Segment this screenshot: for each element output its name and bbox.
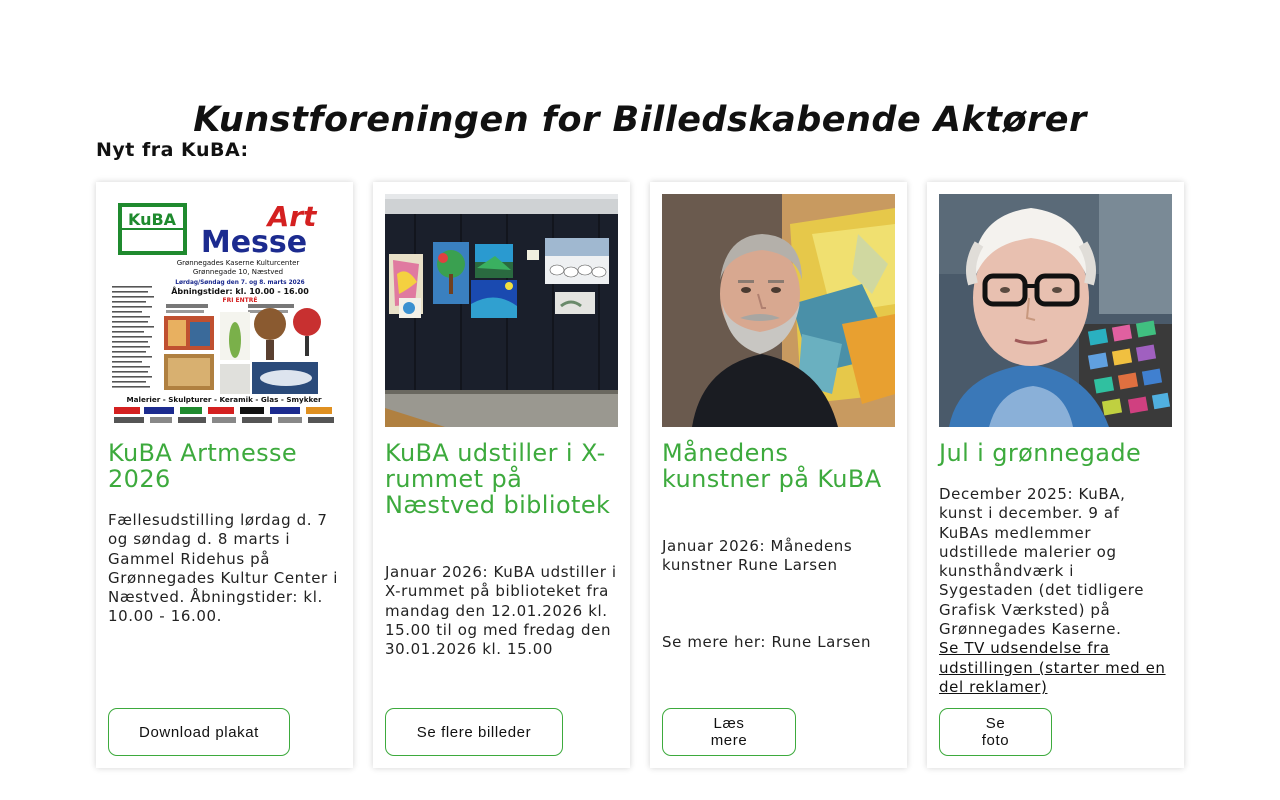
poster-graphic: KuBA Art Messe Grønnegades Kaserne Kultu… (108, 194, 341, 427)
news-card-month-artist: Månedens kunstner på KuBA Januar 2026: M… (650, 182, 907, 768)
poster-logo: KuBA (128, 210, 177, 229)
poster-categories: Malerier - Skulpturer - Keramik - Glas -… (127, 395, 322, 404)
exhibition-photo (385, 194, 618, 427)
site-title: Kunstforeningen for Billedskabende Aktør… (193, 100, 1087, 140)
artist-photo (662, 194, 895, 427)
christmas-photo (939, 194, 1172, 427)
card-title: Månedens kunstner på KuBA (662, 439, 882, 493)
christmas-exhibition-image[interactable] (939, 194, 1172, 427)
poster-address: Grønnegade 10, Næstved (193, 268, 283, 276)
poster-hours: Åbningstider: kl. 10.00 - 16.00 (171, 286, 309, 296)
poster-messe: Messe (201, 225, 307, 260)
download-poster-button[interactable]: Download plakat (108, 708, 290, 756)
artist-portrait-image[interactable] (662, 194, 895, 427)
news-cards: KuBA Art Messe Grønnegades Kaserne Kultu… (96, 182, 1184, 768)
artmesse-poster-image[interactable]: KuBA Art Messe Grønnegades Kaserne Kultu… (108, 194, 341, 427)
card-text-body: December 2025: KuBA, kunst i december. 9… (939, 485, 1145, 639)
read-more-button[interactable]: Læs mere (662, 708, 796, 756)
card-title: Jul i grønnegade (939, 439, 1142, 467)
see-photos-button[interactable]: Se foto (939, 708, 1052, 756)
news-card-artmesse: KuBA Art Messe Grønnegades Kaserne Kultu… (96, 182, 353, 768)
poster-entry: FRI ENTRÉ (223, 296, 258, 304)
card-link-text[interactable]: Se mere her: Rune Larsen (662, 633, 895, 652)
card-text: Januar 2026: KuBA udstiller i X-rummet p… (385, 563, 617, 659)
tv-broadcast-link[interactable]: Se TV udsendelse fra udstillingen (start… (939, 639, 1166, 696)
news-section-title: Nyt fra KuBA: (96, 139, 249, 161)
card-title: KuBA Artmesse 2026 (108, 439, 298, 493)
x-rummet-exhibition-image[interactable] (385, 194, 618, 427)
poster-venue: Grønnegades Kaserne Kulturcenter (177, 259, 300, 267)
card-text: Fællesudstilling lørdag d. 7 og søndag d… (108, 511, 338, 626)
news-card-jul: Jul i grønnegade December 2025: KuBA, ku… (927, 182, 1184, 768)
poster-dates: Lørdag/Søndag den 7. og 8. marts 2026 (175, 280, 304, 286)
card-title: KuBA udstiller i X-rummet på Næstved bib… (385, 439, 611, 519)
more-photos-button[interactable]: Se flere billeder (385, 708, 563, 756)
card-text: December 2025: KuBA, kunst i december. 9… (939, 485, 1172, 697)
card-text: Januar 2026: Månedens kunstner Rune Lars… (662, 537, 853, 575)
news-card-x-rummet: KuBA udstiller i X-rummet på Næstved bib… (373, 182, 630, 768)
